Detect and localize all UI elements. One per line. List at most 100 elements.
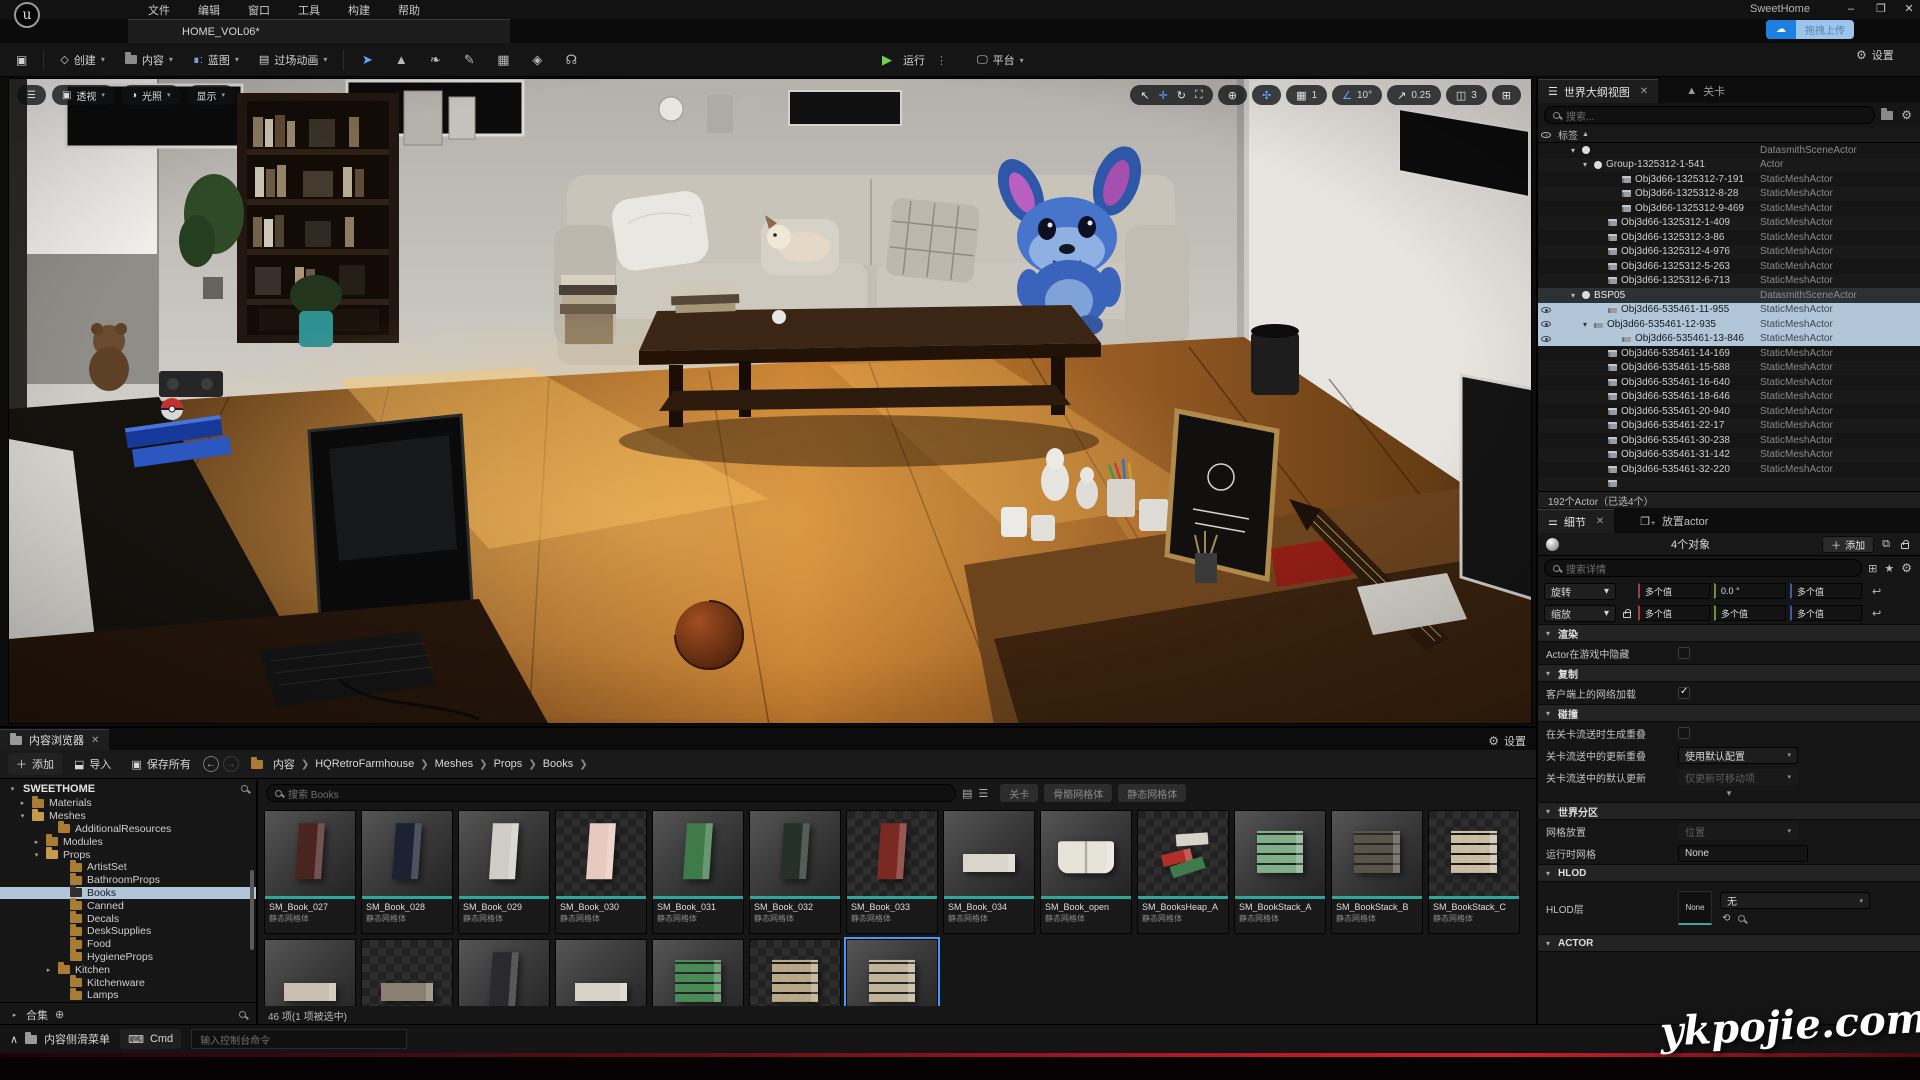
tree-root[interactable]: ▾SWEETHOME: [0, 780, 256, 797]
expand-chevron[interactable]: ▾: [1568, 146, 1578, 155]
row-visibility-toggle[interactable]: [1538, 321, 1554, 327]
tree-folder[interactable]: ArtistSet: [0, 861, 256, 874]
cmd-button[interactable]: ⌨Cmd: [120, 1029, 181, 1049]
row-visibility-toggle[interactable]: [1538, 452, 1554, 458]
outliner-row[interactable]: Obj3d66-1325312-3-86 StaticMeshActor: [1538, 230, 1920, 245]
camera-speed-button[interactable]: ◫3: [1446, 85, 1487, 105]
editor-settings-button[interactable]: ⚙ 设置: [1856, 47, 1894, 63]
breadcrumb-item[interactable]: HQRetroFarmhouse: [313, 758, 416, 770]
breadcrumb-item[interactable]: Props: [492, 758, 525, 770]
expand-chevron[interactable]: ▾: [1568, 291, 1578, 300]
rotation-x-field[interactable]: 多个值: [1638, 583, 1710, 599]
world-space-toggle[interactable]: ⊕: [1218, 85, 1247, 105]
breadcrumb-item[interactable]: Meshes: [433, 758, 476, 770]
asset-tile[interactable]: SM_Book_031 静态网格体: [652, 810, 744, 934]
new-folder-icon[interactable]: [1881, 111, 1893, 120]
menu-item[interactable]: 构建: [334, 0, 384, 19]
grid-snap-toggle[interactable]: ▦1: [1286, 85, 1327, 105]
blueprint-button[interactable]: ∎:蓝图▾: [183, 47, 249, 73]
outliner-row[interactable]: ▾ Group-1325312-1-541 Actor: [1538, 158, 1920, 173]
rotation-snap-toggle[interactable]: ∠10°: [1332, 85, 1382, 105]
tree-folder[interactable]: ▾ Meshes: [0, 810, 256, 823]
tab-place-actors[interactable]: ❒₊放置actor: [1630, 509, 1718, 533]
outliner-row[interactable]: Obj3d66-535461-15-588 StaticMeshActor: [1538, 361, 1920, 376]
tree-folder[interactable]: DeskSupplies: [0, 925, 256, 938]
tree-folder[interactable]: ▾ Props: [0, 848, 256, 861]
tree-scrollbar[interactable]: [250, 870, 254, 950]
details-search-input[interactable]: 搜索详情: [1544, 559, 1862, 577]
net-load-on-client-checkbox[interactable]: [1678, 687, 1690, 699]
asset-tile[interactable]: SM_BookStack_C 静态网格体: [1428, 810, 1520, 934]
collections-bar[interactable]: ▸合集 ⊕: [0, 1002, 258, 1026]
add-button[interactable]: ＋添加: [8, 753, 62, 775]
import-button[interactable]: ⬓导入: [66, 753, 119, 775]
outliner-row[interactable]: Obj3d66-535461-16-640 StaticMeshActor: [1538, 375, 1920, 390]
breadcrumb-item[interactable]: Books: [541, 758, 576, 770]
content-drawer-button[interactable]: ∧内容侧滑菜单: [10, 1031, 110, 1047]
lit-button[interactable]: ◑光照▾: [121, 85, 181, 105]
outliner-row[interactable]: Obj3d66-535461-13-846 StaticMeshActor: [1538, 332, 1920, 347]
close-tab-icon[interactable]: ✕: [91, 735, 99, 746]
tree-folder[interactable]: HygieneProps: [0, 951, 256, 964]
expand-arrow[interactable]: ▾: [32, 851, 41, 859]
asset-tile[interactable]: SM_BookStack_A 静态网格体: [1234, 810, 1326, 934]
generate-overlap-checkbox[interactable]: [1678, 727, 1690, 739]
level-tab[interactable]: HOME_VOL06*: [128, 19, 510, 43]
outliner-row[interactable]: Obj3d66-535461-14-169 StaticMeshActor: [1538, 346, 1920, 361]
row-visibility-toggle[interactable]: [1538, 394, 1554, 400]
expand-chevron[interactable]: ▾: [1580, 320, 1590, 329]
outliner-row[interactable]: Obj3d66-535461-20-940 StaticMeshActor: [1538, 404, 1920, 419]
tab-world-outliner[interactable]: ☰世界大纲视图✕: [1538, 79, 1658, 103]
expand-arrow[interactable]: ▸: [44, 966, 53, 974]
hidden-in-game-checkbox[interactable]: [1678, 647, 1690, 659]
tree-folder[interactable]: ▸ Modules: [0, 835, 256, 848]
foliage-mode-icon[interactable]: ❧: [423, 48, 447, 72]
asset-tile[interactable]: SM_Book_open 静态网格体: [1040, 810, 1132, 934]
search-icon[interactable]: [241, 785, 248, 792]
column-view-icon[interactable]: ⊞: [1868, 562, 1877, 575]
cinematics-button[interactable]: ▤过场动画▾: [249, 47, 337, 73]
outliner-row[interactable]: Obj3d66-535461-30-238 StaticMeshActor: [1538, 433, 1920, 448]
select-mode-icon[interactable]: ➤: [355, 48, 379, 72]
tree-folder[interactable]: Food: [0, 938, 256, 951]
row-visibility-toggle[interactable]: [1538, 466, 1554, 472]
console-input[interactable]: 输入控制台命令: [191, 1029, 407, 1049]
tree-folder[interactable]: Canned: [0, 899, 256, 912]
row-visibility-toggle[interactable]: [1538, 249, 1554, 255]
rotation-y-field[interactable]: 0.0 °: [1714, 583, 1786, 599]
asset-tile[interactable]: [555, 939, 647, 1006]
row-visibility-toggle[interactable]: [1538, 191, 1554, 197]
row-visibility-toggle[interactable]: [1538, 336, 1554, 342]
asset-tile[interactable]: SM_Book_030 静态网格体: [555, 810, 647, 934]
tree-folder[interactable]: AdditionalResources: [0, 823, 256, 836]
outliner-settings-icon[interactable]: ⚙: [1901, 108, 1912, 122]
rotate-tool-icon[interactable]: ↻: [1177, 89, 1186, 102]
select-tool-icon[interactable]: ↖: [1140, 89, 1149, 102]
outliner-row[interactable]: Obj3d66-1325312-5-263 StaticMeshActor: [1538, 259, 1920, 274]
reset-scale-icon[interactable]: ↩: [1872, 607, 1881, 620]
asset-tile[interactable]: SM_Book_033 静态网格体: [846, 810, 938, 934]
outliner-row[interactable]: Obj3d66-1325312-9-469 StaticMeshActor: [1538, 201, 1920, 216]
asset-tile[interactable]: SM_Book_028 静态网格体: [361, 810, 453, 934]
filter-icon[interactable]: ☰: [978, 787, 988, 800]
close-tab-icon[interactable]: ✕: [1596, 516, 1604, 527]
scale-snap-toggle[interactable]: ↗0.25: [1387, 85, 1441, 105]
asset-tile[interactable]: SM_Book_032 静态网格体: [749, 810, 841, 934]
play-button[interactable]: ▶运行⋮: [872, 47, 957, 73]
outliner-row[interactable]: Obj3d66-535461-31-142 StaticMeshActor: [1538, 448, 1920, 463]
row-visibility-toggle[interactable]: [1538, 481, 1554, 487]
details-settings-icon[interactable]: ⚙: [1901, 561, 1912, 575]
asset-search-input[interactable]: 搜索 Books: [266, 784, 956, 802]
outliner-row[interactable]: Obj3d66-535461-32-220 StaticMeshActor: [1538, 462, 1920, 477]
viewport-menu-button[interactable]: ☰: [17, 85, 46, 105]
animation-mode-icon[interactable]: ☊: [559, 48, 583, 72]
landscape-mode-icon[interactable]: ▲: [389, 48, 413, 72]
perspective-button[interactable]: ▣透视▾: [52, 85, 115, 105]
menu-item[interactable]: 工具: [284, 0, 334, 19]
add-collection-icon[interactable]: ⊕: [55, 1008, 64, 1021]
outliner-row[interactable]: Obj3d66-1325312-8-28 StaticMeshActor: [1538, 187, 1920, 202]
tab-levels[interactable]: ▲关卡: [1676, 79, 1735, 103]
tree-folder[interactable]: Decals: [0, 912, 256, 925]
outliner-row[interactable]: Obj3d66-535461-18-646 StaticMeshActor: [1538, 390, 1920, 405]
forward-button[interactable]: →: [223, 756, 239, 772]
